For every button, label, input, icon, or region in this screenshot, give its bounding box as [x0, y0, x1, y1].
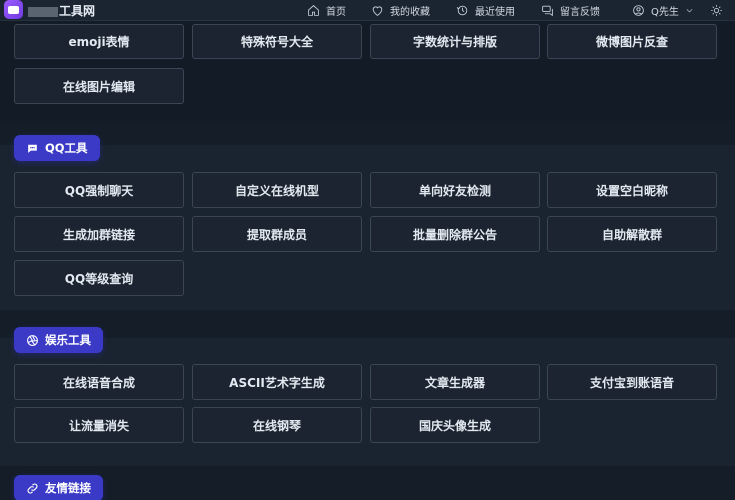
chat-bubble-icon [28, 144, 37, 153]
section-friend-links: 友情链接 [14, 475, 103, 500]
tool-self-disband-group[interactable]: 自助解散群 [547, 216, 717, 252]
top-navbar: 工具网 首页 我的收藏 最近使用 留言反馈 Q先生 [0, 0, 735, 21]
tool-emoji[interactable]: emoji表情 [14, 24, 184, 59]
heart-icon [372, 6, 383, 16]
chevron-down-icon [686, 9, 693, 13]
masked-site-name [28, 6, 58, 17]
links-header-band [0, 466, 735, 500]
home-icon [308, 5, 319, 16]
nav-home[interactable]: 首页 [307, 0, 346, 21]
aperture-icon [27, 334, 38, 346]
tool-word-count[interactable]: 字数统计与排版 [370, 24, 540, 59]
site-name[interactable]: 工具网 [28, 2, 95, 19]
history-icon [456, 5, 468, 16]
tool-weibo-image-lookup[interactable]: 微博图片反查 [547, 24, 717, 59]
tool-group-join-link[interactable]: 生成加群链接 [14, 216, 184, 252]
tool-online-piano[interactable]: 在线钢琴 [192, 407, 362, 443]
tool-batch-delete-notices[interactable]: 批量删除群公告 [370, 216, 540, 252]
tool-one-way-friend-check[interactable]: 单向好友检测 [370, 172, 540, 208]
tool-online-image-editor[interactable]: 在线图片编辑 [14, 68, 184, 104]
entertainment-content-band [0, 338, 735, 466]
nav-favorites[interactable]: 我的收藏 [371, 0, 430, 21]
tool-blank-nickname[interactable]: 设置空白昵称 [547, 172, 717, 208]
link-icon [27, 483, 38, 493]
entertainment-header-band [0, 310, 735, 338]
tool-national-day-avatar[interactable]: 国庆头像生成 [370, 407, 540, 443]
user-icon [633, 5, 644, 16]
tool-custom-device-model[interactable]: 自定义在线机型 [192, 172, 362, 208]
site-logo[interactable] [4, 0, 23, 19]
nav-feedback[interactable]: 留言反馈 [541, 0, 600, 21]
message-icon [542, 5, 553, 17]
tool-qq-level-query[interactable]: QQ等级查询 [14, 260, 184, 296]
tool-extract-group-members[interactable]: 提取群成员 [192, 216, 362, 252]
tool-ascii-art[interactable]: ASCII艺术字生成 [192, 364, 362, 400]
nav-recent[interactable]: 最近使用 [456, 0, 515, 21]
tool-article-generator[interactable]: 文章生成器 [370, 364, 540, 400]
qq-tools-band [0, 121, 735, 145]
section-qq-tools: QQ工具 [14, 135, 100, 161]
section-entertainment-tools: 娱乐工具 [14, 327, 103, 353]
tool-text-to-speech[interactable]: 在线语音合成 [14, 364, 184, 400]
nav-user-menu[interactable]: Q先生 [632, 0, 694, 21]
tool-qq-force-chat[interactable]: QQ强制聊天 [14, 172, 184, 208]
sun-icon [711, 5, 722, 16]
tool-make-traffic-vanish[interactable]: 让流量消失 [14, 407, 184, 443]
tool-special-symbols[interactable]: 特殊符号大全 [192, 24, 362, 59]
theme-toggle[interactable] [710, 0, 723, 21]
tool-alipay-voice[interactable]: 支付宝到账语音 [547, 364, 717, 400]
